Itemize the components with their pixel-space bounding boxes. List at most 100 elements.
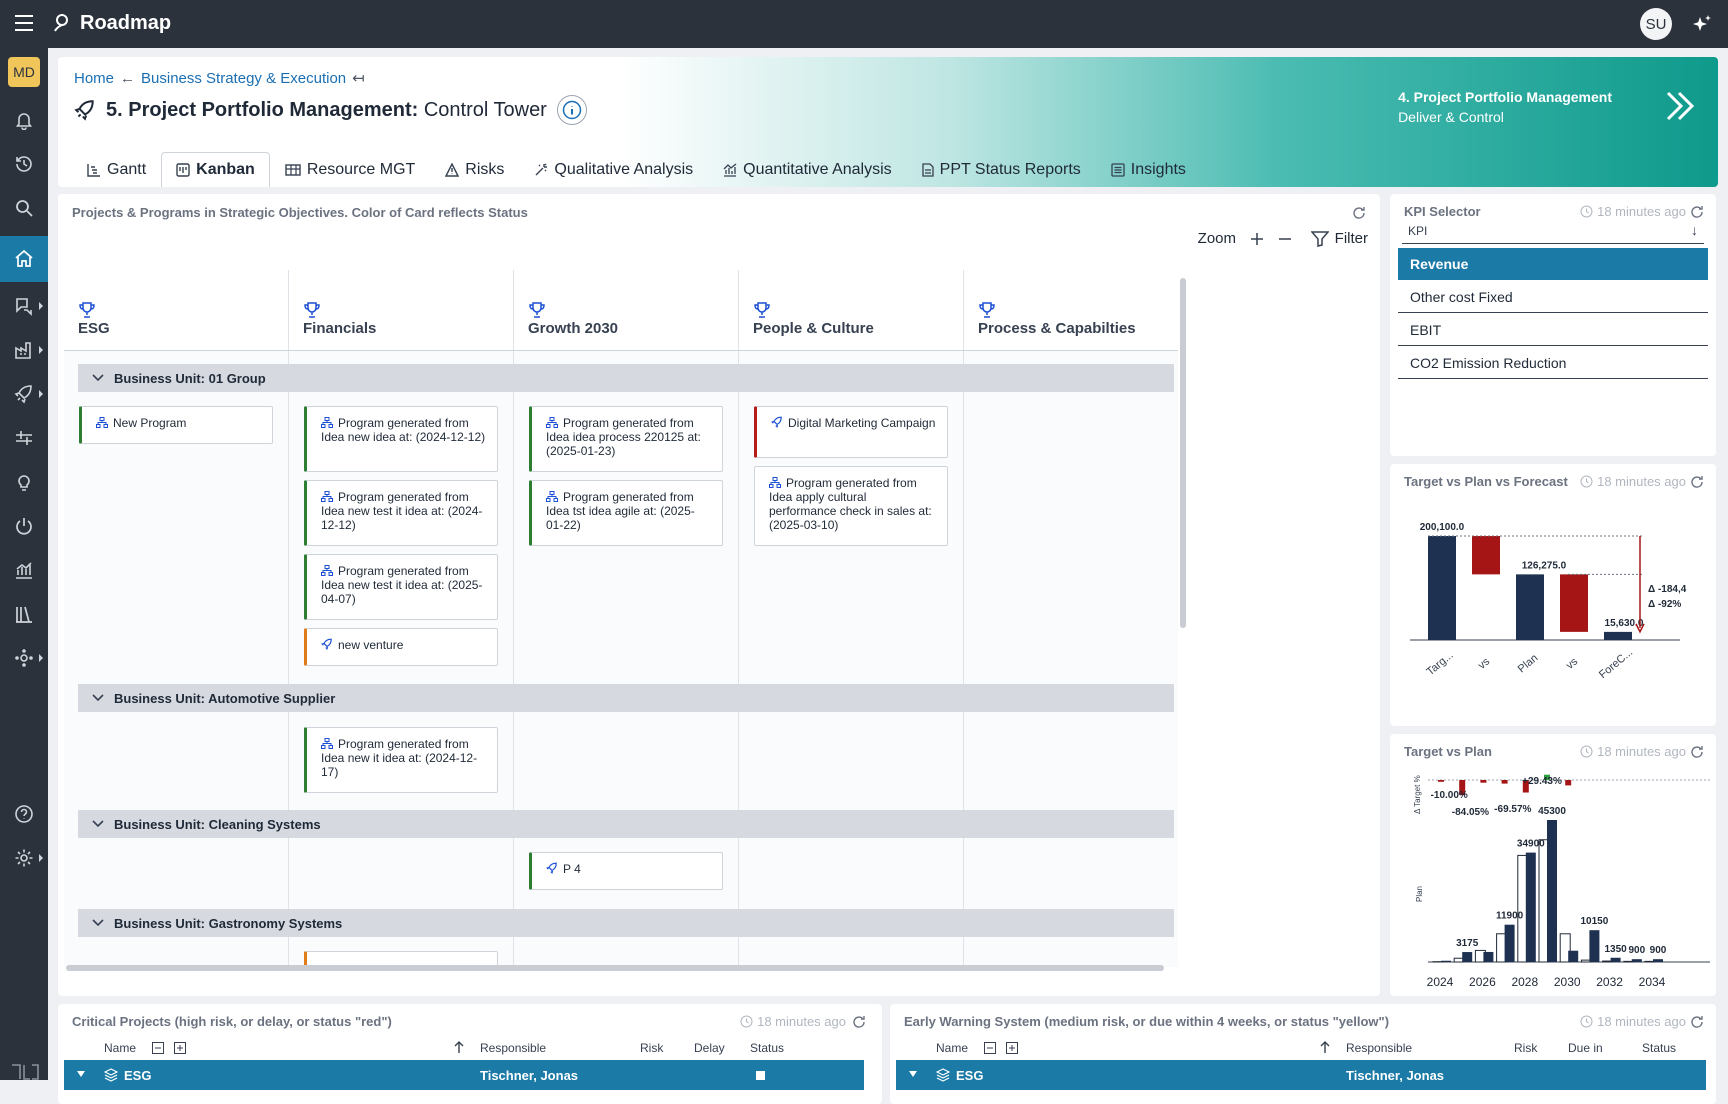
rocket-icon[interactable]: [0, 372, 48, 416]
info-icon[interactable]: [557, 95, 587, 125]
idea-bulb-icon[interactable]: [0, 460, 48, 504]
expand-all-icon[interactable]: [174, 1042, 186, 1054]
tab-risks-label: Risks: [465, 161, 504, 179]
column-header-responsible[interactable]: Responsible: [1346, 1041, 1412, 1055]
business-unit-row[interactable]: Business Unit: Gastronomy Systems: [78, 909, 1174, 937]
workspace-avatar[interactable]: MD: [8, 57, 40, 87]
page-title: 5. Project Portfolio Management: Control…: [74, 95, 587, 125]
tab-ppt-status-reports[interactable]: PPT Status Reports: [907, 152, 1096, 186]
column-header-status[interactable]: Status: [1642, 1041, 1676, 1055]
search-icon[interactable]: [0, 186, 48, 230]
tab-quantitative-analysis[interactable]: Quantitative Analysis: [708, 152, 907, 186]
vertical-scrollbar[interactable]: [1180, 278, 1186, 628]
refresh-icon[interactable]: [1690, 1015, 1704, 1029]
refresh-icon[interactable]: [852, 1015, 866, 1029]
tab-kanban[interactable]: Kanban: [161, 152, 270, 187]
column-header-status[interactable]: Status: [750, 1041, 784, 1055]
tab-risks[interactable]: Risks: [430, 152, 519, 186]
tab-qualitative-analysis[interactable]: Qualitative Analysis: [519, 152, 708, 186]
help-icon[interactable]: [0, 792, 48, 836]
kanban-card[interactable]: Program generated from Idea new it idea …: [304, 727, 498, 793]
ai-sparkle-icon[interactable]: [1691, 14, 1713, 36]
timestamp: 18 minutes ago: [1580, 1014, 1686, 1029]
caret-down-icon[interactable]: [76, 1070, 86, 1078]
notifications-icon[interactable]: [0, 98, 48, 142]
filter-button[interactable]: Filter: [1311, 230, 1368, 247]
refresh-icon[interactable]: [1352, 206, 1366, 220]
settings-gear-icon[interactable]: [0, 836, 48, 880]
chevron-down-icon[interactable]: [92, 919, 104, 927]
refresh-icon[interactable]: [1690, 475, 1704, 489]
tab-insights[interactable]: Insights: [1096, 152, 1201, 186]
tab-gantt[interactable]: Gantt: [72, 152, 161, 186]
kanban-card[interactable]: Digital Marketing Campaign: [754, 406, 948, 458]
card-title: P 4: [563, 862, 581, 876]
column-header-delay[interactable]: Delay: [694, 1041, 725, 1055]
analytics-icon[interactable]: [0, 548, 48, 592]
business-unit-row[interactable]: Business Unit: 01 Group: [78, 364, 1174, 392]
table-row[interactable]: ESG Tischner, Jonas: [64, 1060, 864, 1090]
column-header-due-in[interactable]: Due in: [1568, 1041, 1603, 1055]
power-icon[interactable]: [0, 504, 48, 548]
business-unit-row[interactable]: Business Unit: Cleaning Systems: [78, 810, 1174, 838]
strategy-icon[interactable]: [0, 284, 48, 328]
kpi-dropdown[interactable]: KPI↓: [1402, 224, 1704, 244]
sliders-icon[interactable]: [0, 416, 48, 460]
home-icon[interactable]: [0, 236, 48, 282]
business-unit-row[interactable]: Business Unit: Automotive Supplier: [78, 684, 1174, 712]
library-icon[interactable]: [0, 592, 48, 636]
page-title-bold: 5. Project Portfolio Management:: [106, 99, 418, 121]
tab-resource-mgt[interactable]: Resource MGT: [270, 152, 430, 186]
sort-ascending-icon[interactable]: [454, 1040, 464, 1054]
chevron-down-icon[interactable]: [92, 694, 104, 702]
kanban-card[interactable]: P 4: [529, 852, 723, 890]
back-arrow-icon[interactable]: ↤: [352, 69, 365, 87]
next-step-link[interactable]: 4. Project Portfolio Management Deliver …: [1398, 87, 1612, 127]
table-row[interactable]: ESG Tischner, Jonas: [896, 1060, 1706, 1090]
sort-ascending-icon[interactable]: [1320, 1040, 1330, 1054]
zoom-in-icon[interactable]: [1250, 232, 1264, 246]
column-header-name[interactable]: Name: [104, 1041, 136, 1055]
kanban-card[interactable]: Program generated from Idea idea process…: [529, 406, 723, 472]
collapse-all-icon[interactable]: [984, 1042, 996, 1054]
breadcrumb-home-link[interactable]: Home: [74, 70, 114, 87]
history-icon[interactable]: [0, 142, 48, 186]
breadcrumb-parent-link[interactable]: Business Strategy & Execution: [141, 70, 346, 87]
kpi-option-co2-emission-reduction[interactable]: CO2 Emission Reduction: [1398, 347, 1708, 379]
kpi-option-revenue[interactable]: Revenue: [1398, 248, 1708, 280]
column-header-risk[interactable]: Risk: [1514, 1041, 1537, 1055]
kanban-card[interactable]: Program generated from Idea new test it …: [304, 480, 498, 546]
column-title: ESG: [78, 320, 110, 337]
expand-all-icon[interactable]: [1006, 1042, 1018, 1054]
table-header: Name Responsible Risk Delay Status: [64, 1038, 864, 1058]
kanban-card[interactable]: Program generated from Idea tst idea agi…: [529, 480, 723, 546]
refresh-icon[interactable]: [1690, 205, 1704, 219]
factory-icon[interactable]: [0, 328, 48, 372]
network-icon[interactable]: [0, 636, 48, 680]
hamburger-menu-icon[interactable]: [14, 14, 34, 32]
zoom-out-icon[interactable]: [1278, 232, 1292, 246]
x-tick-label: ForeC...: [1597, 646, 1635, 681]
column-header-risk[interactable]: Risk: [640, 1041, 663, 1055]
kanban-card[interactable]: new venture: [304, 628, 498, 666]
horizontal-scrollbar[interactable]: [66, 965, 1164, 971]
collapse-all-icon[interactable]: [152, 1042, 164, 1054]
kanban-card[interactable]: Program generated from Idea apply cultur…: [754, 466, 948, 546]
tab-qualitative-label: Qualitative Analysis: [554, 161, 693, 179]
caret-down-icon[interactable]: [908, 1070, 918, 1078]
refresh-icon[interactable]: [1690, 745, 1704, 759]
column-header-name[interactable]: Name: [936, 1041, 968, 1055]
kpi-option-other-cost-fixed[interactable]: Other cost Fixed: [1398, 281, 1708, 313]
row-name: ESG: [956, 1068, 983, 1083]
column-header-responsible[interactable]: Responsible: [480, 1041, 546, 1055]
chevron-down-icon[interactable]: [92, 820, 104, 828]
chevron-down-icon[interactable]: [92, 374, 104, 382]
kanban-card[interactable]: Program generated from Idea new idea at:…: [304, 406, 498, 472]
kpi-option-ebit[interactable]: EBIT: [1398, 314, 1708, 346]
row-name: ESG: [124, 1068, 151, 1083]
user-avatar[interactable]: SU: [1640, 8, 1672, 40]
x-tick-label: 2034: [1639, 975, 1666, 989]
kanban-card[interactable]: New Program: [79, 406, 273, 444]
double-chevron-right-icon[interactable]: [1662, 89, 1696, 123]
kanban-card[interactable]: Program generated from Idea new test it …: [304, 554, 498, 620]
